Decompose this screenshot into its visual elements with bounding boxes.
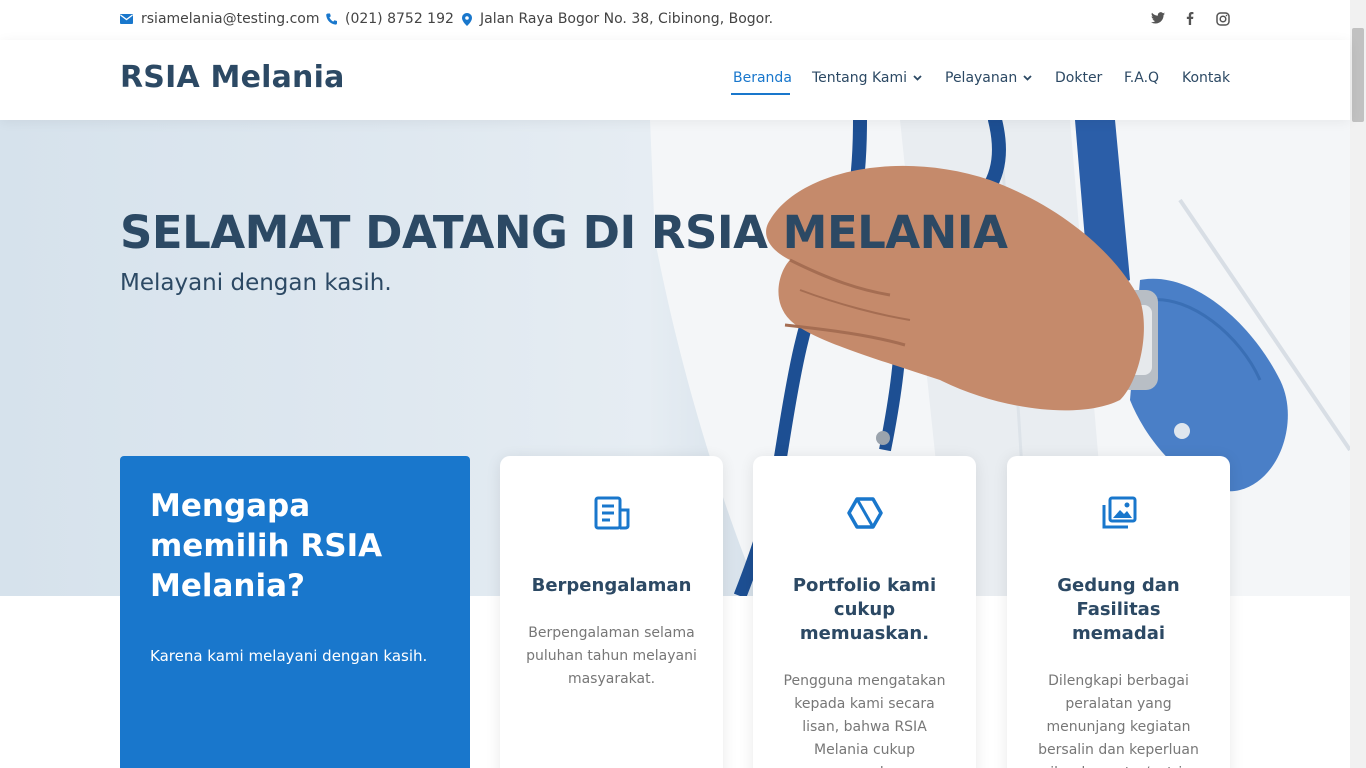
why-box: Mengapa memilih RSIA Melania? Karena kam… [120,456,470,768]
chevron-down-icon [1023,73,1032,84]
scrollbar-thumb[interactable] [1352,28,1364,122]
header: RSIA Melania Beranda Tentang Kami Pelaya… [0,40,1350,120]
feature-title: Gedung dan Fasilitas memadai [1057,575,1180,644]
nav-faq-label: F.A.Q [1124,70,1160,86]
nav-active-indicator [731,93,790,95]
feature-text: Berpengalaman selama puluhan tahun melay… [526,625,697,687]
nav-tentang-kami[interactable]: Tentang Kami [812,70,922,86]
topbar-address-text: Jalan Raya Bogor No. 38, Cibinong, Bogor… [480,11,774,27]
chevron-down-icon [913,73,922,84]
why-title: Mengapa memilih RSIA Melania? [150,488,383,604]
nav-kontak-label: Kontak [1182,70,1231,86]
nav-tentang-kami-label: Tentang Kami [812,70,907,86]
cube-icon [777,496,952,536]
feature-card: Berpengalaman Berpengalaman selama puluh… [500,456,723,768]
topbar: rsiamelania@testing.com (021) 8752 192 J… [0,0,1350,40]
hero-subtitle: Melayani dengan kasih. [120,270,392,296]
nav-kontak[interactable]: Kontak [1182,70,1230,86]
hero-title: SELAMAT DATANG DI RSIA MELANIA [120,206,1008,259]
nav-pelayanan-label: Pelayanan [945,70,1018,86]
page-scrollbar[interactable] [1350,0,1366,768]
nav-dokter-label: Dokter [1055,70,1103,86]
topbar-address: Jalan Raya Bogor No. 38, Cibinong, Bogor… [462,11,773,27]
phone-icon [326,13,337,25]
nav-beranda[interactable]: Beranda [733,70,792,86]
nav-dokter[interactable]: Dokter [1055,70,1102,86]
topbar-phone-text[interactable]: (021) 8752 192 [345,11,454,27]
feature-text: Pengguna mengatakan kepada kami secara l… [783,673,946,768]
envelope-icon [120,14,133,24]
facebook-icon[interactable] [1186,12,1194,25]
feature-text: Dilengkapi berbagai peralatan yang menun… [1038,673,1199,768]
nav-pelayanan[interactable]: Pelayanan [945,70,1032,86]
instagram-icon[interactable] [1216,12,1230,26]
topbar-email-text[interactable]: rsiamelania@testing.com [141,11,319,27]
receipt-icon [524,496,699,536]
nav-faq[interactable]: F.A.Q [1124,70,1159,86]
feature-title: Berpengalaman [531,575,692,596]
map-pin-icon [462,12,472,26]
nav-beranda-label: Beranda [733,70,792,86]
feature-title: Portfolio kami cukup memuaskan. [792,575,937,644]
twitter-icon[interactable] [1151,12,1165,24]
feature-card: Portfolio kami cukup memuaskan. Pengguna… [753,456,976,768]
why-text: Karena kami melayani dengan kasih. [150,647,428,665]
site-logo[interactable]: RSIA Melania [120,60,345,95]
feature-card: Gedung dan Fasilitas memadai Dilengkapi … [1007,456,1230,768]
topbar-email[interactable]: rsiamelania@testing.com [120,11,319,27]
images-icon [1031,496,1206,536]
topbar-phone[interactable]: (021) 8752 192 [326,11,454,27]
